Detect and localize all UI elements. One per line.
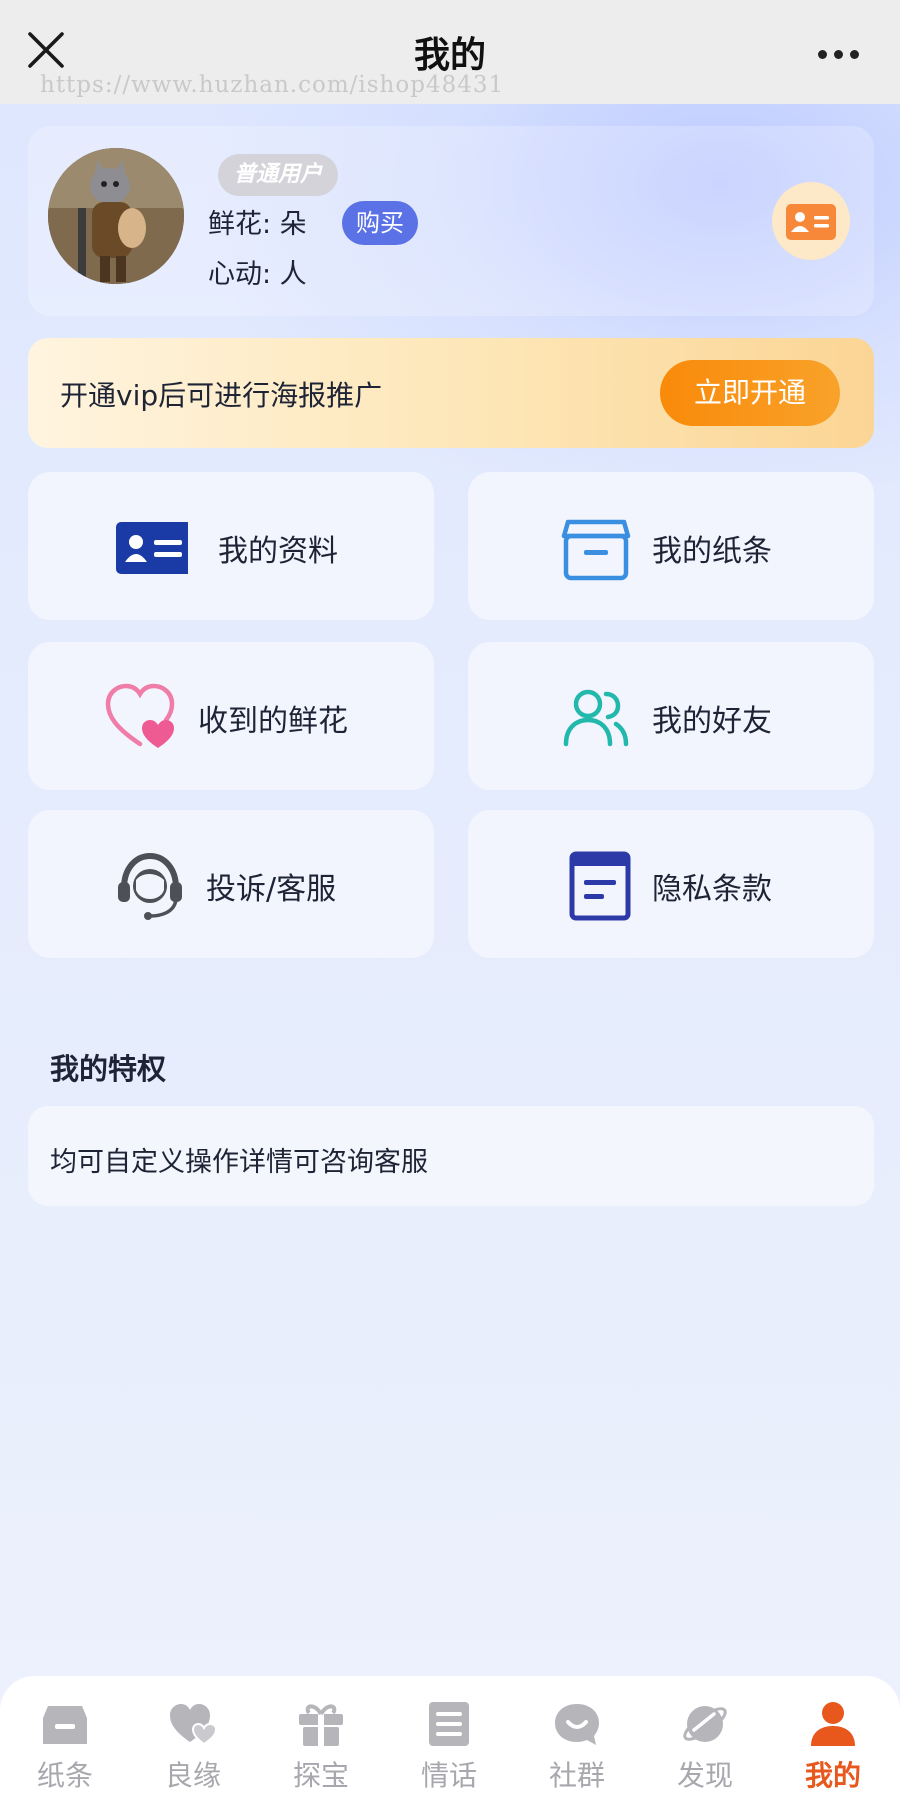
hearts-icon xyxy=(170,1704,218,1746)
privileges-text: 均可自定义操作详情可咨询客服 xyxy=(50,1147,428,1178)
user-level-badge: 普通用户 xyxy=(218,154,339,196)
box-icon xyxy=(561,519,631,581)
nav-tab-community[interactable]: 社群 xyxy=(522,1700,632,1810)
person-icon xyxy=(811,1702,855,1746)
menu-label: 隐私条款 xyxy=(652,872,772,907)
menu-my-notes[interactable]: 我的纸条 xyxy=(468,472,874,620)
id-card-icon xyxy=(116,522,188,574)
menu-complaint-service[interactable]: 投诉/客服 xyxy=(28,810,434,958)
menu-label: 投诉/客服 xyxy=(206,872,337,907)
nav-label: 发现 xyxy=(676,1759,733,1792)
nav-tab-discover[interactable]: 发现 xyxy=(650,1700,760,1810)
title-bar: 我的 https://www.huzhan.com/ishop48431 xyxy=(0,0,900,104)
nav-tab-treasure[interactable]: 探宝 xyxy=(266,1700,376,1810)
privileges-title: 我的特权 xyxy=(50,1052,167,1086)
menu-received-flowers[interactable]: 收到的鲜花 xyxy=(28,642,434,790)
more-button[interactable] xyxy=(818,44,864,59)
list-icon xyxy=(429,1702,469,1746)
nav-label: 探宝 xyxy=(292,1759,349,1792)
nav-label: 纸条 xyxy=(36,1759,93,1792)
menu-label: 我的纸条 xyxy=(652,534,772,569)
document-icon xyxy=(569,851,631,921)
nav-label: 社群 xyxy=(548,1759,605,1792)
menu-my-profile[interactable]: 我的资料 xyxy=(28,472,434,620)
menu-privacy-terms[interactable]: 隐私条款 xyxy=(468,810,874,958)
buy-button[interactable]: 购买 xyxy=(342,201,418,245)
member-card-button[interactable] xyxy=(772,182,850,260)
more-icon xyxy=(818,44,859,63)
menu-my-friends[interactable]: 我的好友 xyxy=(468,642,874,790)
avatar[interactable] xyxy=(48,148,184,284)
friends-icon xyxy=(563,689,629,747)
nav-tab-notes[interactable]: 纸条 xyxy=(10,1700,120,1810)
note-icon xyxy=(43,1706,87,1744)
vip-banner-text: 开通vip后可进行海报推广 xyxy=(60,379,383,412)
nav-label: 我的 xyxy=(804,1759,861,1792)
page-title: 我的 xyxy=(413,35,486,76)
nav-tab-mine[interactable]: 我的 xyxy=(778,1700,888,1810)
vip-open-button[interactable]: 立即开通 xyxy=(660,360,840,426)
headset-icon xyxy=(118,852,182,920)
chat-icon xyxy=(555,1704,599,1745)
planet-icon xyxy=(683,1706,727,1742)
menu-label: 我的资料 xyxy=(218,534,338,569)
nav-tab-match[interactable]: 良缘 xyxy=(138,1700,248,1810)
gift-icon xyxy=(299,1704,343,1746)
heart-count: 心动: 人 xyxy=(208,259,307,290)
heart-icon xyxy=(105,683,175,748)
avatar-cat-image xyxy=(48,148,184,284)
nav-label: 良缘 xyxy=(164,1759,221,1792)
menu-label: 收到的鲜花 xyxy=(198,704,348,739)
member-card-icon xyxy=(786,204,836,240)
menu-label: 我的好友 xyxy=(652,704,772,739)
nav-tab-love-words[interactable]: 情话 xyxy=(394,1700,504,1810)
nav-label: 情话 xyxy=(420,1759,477,1792)
watermark-text: https://www.huzhan.com/ishop48431 xyxy=(40,72,505,98)
flower-count: 鲜花: 朵 xyxy=(208,209,307,240)
